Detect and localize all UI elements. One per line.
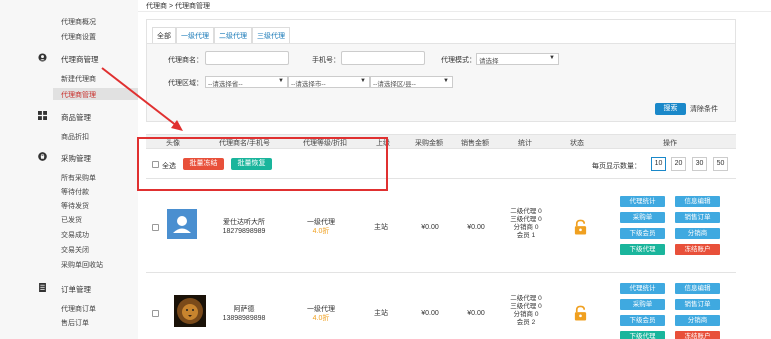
annotation-arrow-icon — [101, 67, 183, 131]
